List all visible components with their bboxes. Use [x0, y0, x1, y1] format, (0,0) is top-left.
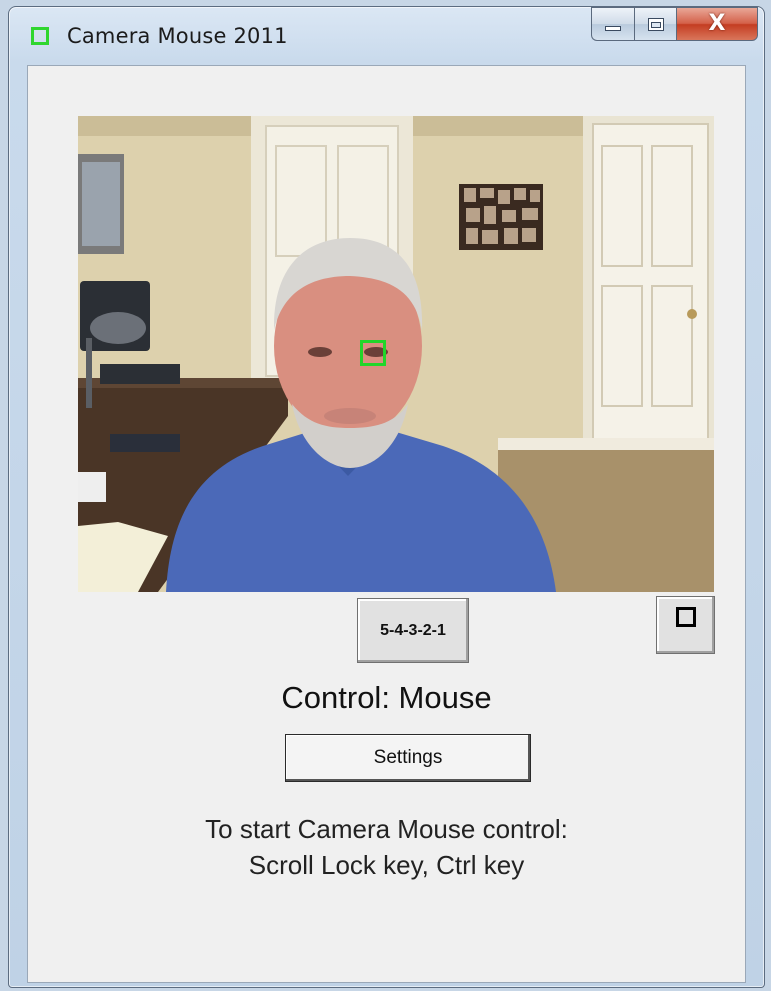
title-bar[interactable]: Camera Mouse 2011 X	[9, 7, 764, 65]
instruction-line-1: To start Camera Mouse control:	[205, 814, 568, 844]
app-logo-icon	[31, 27, 49, 45]
minimize-button[interactable]	[591, 7, 634, 41]
instruction-line-2: Scroll Lock key, Ctrl key	[248, 850, 525, 880]
caption-buttons: X	[591, 7, 758, 41]
camera-video-feed[interactable]	[78, 116, 714, 592]
client-area: 5-4-3-2-1 Control: Mouse Settings To sta…	[27, 65, 746, 983]
maximize-icon	[647, 17, 664, 31]
window-toggle-button[interactable]	[656, 596, 715, 654]
countdown-button[interactable]: 5-4-3-2-1	[357, 598, 469, 663]
window-title: Camera Mouse 2011	[67, 24, 288, 48]
maximize-button[interactable]	[634, 7, 676, 41]
settings-button[interactable]: Settings	[285, 734, 531, 782]
close-icon: X	[708, 11, 726, 36]
square-icon	[675, 607, 696, 627]
minimize-icon	[605, 25, 621, 31]
tracking-box	[360, 340, 386, 366]
camera-image	[78, 116, 714, 592]
close-button[interactable]: X	[676, 7, 758, 41]
control-status: Control: Mouse	[281, 680, 492, 715]
app-window: Camera Mouse 2011 X 5-4-3-2-1 Control: M…	[8, 6, 765, 988]
